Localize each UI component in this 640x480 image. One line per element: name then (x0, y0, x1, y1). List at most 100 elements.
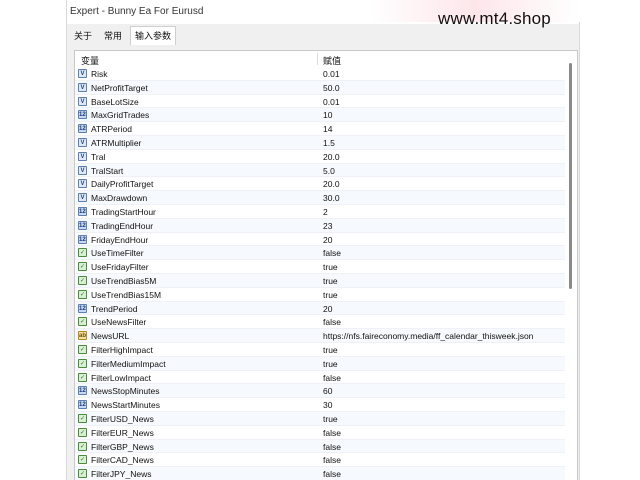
double-icon: V (78, 96, 87, 106)
table-row[interactable]: ✓ FilterHighImpact true (75, 343, 565, 357)
table-row[interactable]: V MaxDrawdown 30.0 (75, 191, 565, 205)
int-icon: 123 (78, 110, 87, 120)
bool-icon: ✓ (78, 413, 87, 423)
parameter-value[interactable]: 0.01 (323, 69, 340, 79)
parameter-value[interactable]: true (323, 359, 338, 369)
parameter-value[interactable]: 23 (323, 221, 332, 231)
left-margin (0, 0, 66, 480)
parameter-name: ATRMultiplier (91, 137, 142, 148)
parameter-value[interactable]: false (323, 248, 341, 258)
table-row[interactable]: ab NewsURL https://nfs.faireconomy.media/f… (75, 329, 565, 343)
table-row[interactable]: V DailyProfitTarget 20.0 (75, 177, 565, 192)
parameter-value[interactable]: 20.0 (323, 179, 340, 189)
scrollbar-thumb[interactable] (569, 63, 572, 289)
tab-about[interactable]: 关于 (70, 28, 96, 44)
table-row[interactable]: 123 ATRPeriod 14 (75, 122, 565, 136)
parameter-value[interactable]: 50.0 (323, 83, 340, 93)
column-header-variable[interactable]: 变量 (81, 54, 99, 67)
parameter-name: UseTimeFilter (91, 248, 144, 259)
table-row[interactable]: ✓ UseNewsFilter false (75, 315, 565, 330)
column-header-value[interactable]: 赋值 (323, 54, 341, 67)
parameter-value[interactable]: 10 (323, 110, 332, 120)
parameter-value[interactable]: 5.0 (323, 166, 335, 176)
table-row[interactable]: ✓ FilterLowImpact false (75, 371, 565, 385)
watermark-text: www.mt4.shop (438, 9, 551, 28)
parameter-value[interactable]: true (323, 276, 338, 286)
parameter-value[interactable]: 60 (323, 386, 332, 396)
table-row[interactable]: ✓ FilterUSD_News true (75, 411, 565, 426)
parameter-value[interactable]: 14 (323, 124, 332, 134)
int-icon: 123 (78, 400, 87, 410)
parameter-value[interactable]: false (323, 373, 341, 383)
table-row[interactable]: ✓ FilterGBP_News false (75, 439, 565, 454)
parameter-value[interactable]: false (323, 469, 341, 479)
tab-common[interactable]: 常用 (100, 28, 126, 44)
table-row[interactable]: ✓ FilterMediumImpact true (75, 356, 565, 371)
table-row[interactable]: ✓ UseTimeFilter false (75, 246, 565, 261)
parameter-value[interactable]: 2 (323, 207, 328, 217)
parameter-value[interactable]: 20 (323, 304, 332, 314)
table-row[interactable]: ✓ FilterJPY_News false (75, 467, 565, 480)
parameter-value[interactable]: 30 (323, 400, 332, 410)
table-row[interactable]: 123 NewsStopMinutes 60 (75, 384, 565, 399)
double-icon: V (78, 179, 87, 189)
parameter-name: NewsStartMinutes (91, 400, 160, 411)
parameter-name: FilterUSD_News (91, 413, 154, 424)
parameter-name: FilterJPY_News (91, 469, 152, 480)
parameter-value[interactable]: true (323, 262, 338, 272)
vertical-scrollbar[interactable] (568, 63, 574, 479)
int-icon: 123 (78, 124, 87, 134)
parameter-value[interactable]: true (323, 290, 338, 300)
parameter-value[interactable]: false (323, 317, 341, 327)
table-row[interactable]: 123 NewsStartMinutes 30 (75, 398, 565, 412)
table-row[interactable]: V NetProfitTarget 50.0 (75, 80, 565, 95)
table-row[interactable]: 123 TradingEndHour 23 (75, 218, 565, 233)
table-row[interactable]: ✓ UseFridayFilter true (75, 260, 565, 274)
column-divider[interactable] (317, 53, 318, 65)
parameter-value[interactable]: 1.5 (323, 138, 335, 148)
bool-icon: ✓ (78, 455, 87, 465)
table-row[interactable]: 123 FridayEndHour 20 (75, 233, 565, 247)
double-icon: V (78, 69, 87, 78)
window-title: Expert - Bunny Ea For Eurusd (70, 6, 204, 17)
parameter-value[interactable]: false (323, 442, 341, 452)
table-row[interactable]: ✓ FilterEUR_News false (75, 426, 565, 440)
table-row[interactable]: ✓ FilterCAD_News false (75, 453, 565, 468)
table-row[interactable]: V BaseLotSize 0.01 (75, 95, 565, 109)
double-icon: V (78, 165, 87, 175)
parameter-name: NetProfitTarget (91, 82, 148, 93)
int-icon: 123 (78, 303, 87, 313)
parameter-name: NewsStopMinutes (91, 386, 160, 397)
table-row[interactable]: ✓ UseTrendBias5M true (75, 273, 565, 288)
parameter-name: ATRPeriod (91, 124, 132, 135)
parameter-value[interactable]: 30.0 (323, 193, 340, 203)
parameter-name: FilterEUR_News (91, 427, 154, 438)
table-row[interactable]: 123 TrendPeriod 20 (75, 301, 565, 316)
table-row[interactable]: V Risk 0.01 (75, 67, 565, 81)
parameter-value[interactable]: 0.01 (323, 97, 340, 107)
parameter-name: UseNewsFilter (91, 317, 147, 328)
bool-icon: ✓ (78, 289, 87, 299)
bool-icon: ✓ (78, 344, 87, 354)
table-row[interactable]: 123 MaxGridTrades 10 (75, 108, 565, 123)
double-icon: V (78, 193, 87, 203)
parameter-value[interactable]: 20.0 (323, 152, 340, 162)
parameter-value[interactable]: true (323, 345, 338, 355)
parameter-value[interactable]: false (323, 455, 341, 465)
parameter-name: DailyProfitTarget (91, 179, 154, 190)
table-row[interactable]: V ATRMultiplier 1.5 (75, 135, 565, 150)
parameter-value[interactable]: 20 (323, 235, 332, 245)
table-row[interactable]: V TralStart 5.0 (75, 163, 565, 178)
parameter-name: Risk (91, 69, 108, 79)
parameter-name: MaxDrawdown (91, 193, 148, 204)
inputs-panel: 变量 赋值 V Risk 0.01 V NetProfitTarget 50.0 V Base… (74, 50, 578, 480)
table-row[interactable]: ✓ UseTrendBias15M true (75, 288, 565, 302)
parameter-name: FridayEndHour (91, 234, 149, 245)
tab-inputs[interactable]: 输入参数 (130, 26, 177, 45)
table-row[interactable]: V Tral 20.0 (75, 150, 565, 164)
table-row[interactable]: 123 TradingStartHour 2 (75, 205, 565, 219)
parameter-value[interactable]: https://nfs.faireconomy.media/ff_calenda… (323, 331, 533, 341)
parameter-name: NewsURL (91, 331, 130, 342)
parameter-value[interactable]: true (323, 414, 338, 424)
parameter-value[interactable]: false (323, 428, 341, 438)
